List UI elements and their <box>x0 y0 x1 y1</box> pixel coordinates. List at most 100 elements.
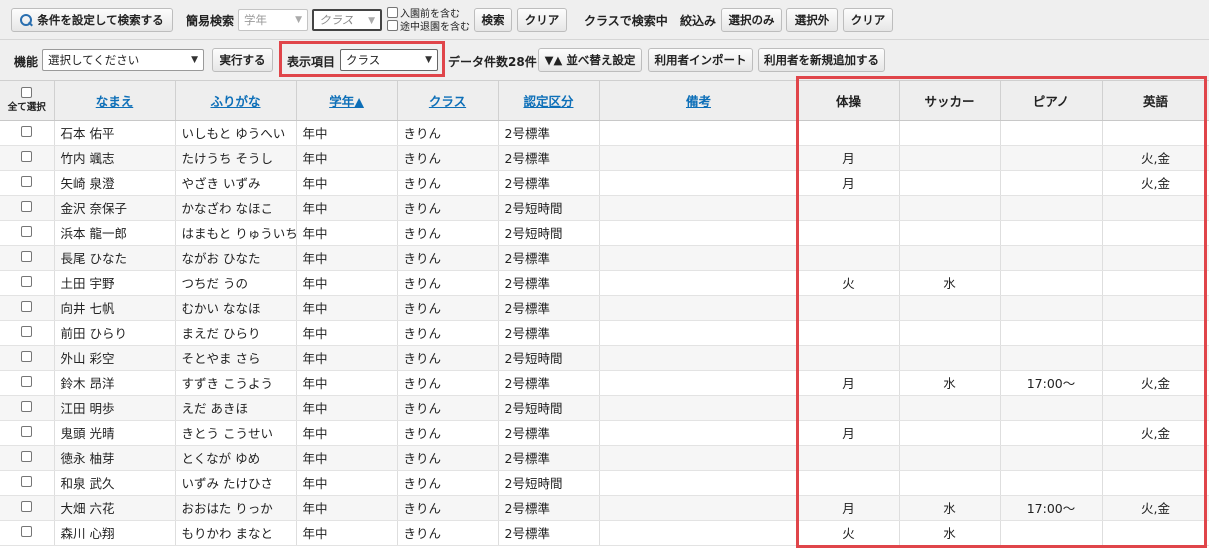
column-header-class: クラス <box>397 81 499 121</box>
table-row[interactable]: 矢崎 泉澄 やざき いずみ 年中 きりん 2号標準 月 火,金 <box>0 170 1209 196</box>
row-checkbox[interactable] <box>21 451 33 462</box>
cell-cert: 2号標準 <box>498 120 600 146</box>
sort-by-cert-link[interactable]: 認定区分 <box>523 94 573 109</box>
row-checkbox[interactable] <box>21 151 33 162</box>
cell-note <box>599 170 799 196</box>
cell-note <box>599 395 799 421</box>
display-items-select[interactable]: クラス ▼ <box>340 49 438 71</box>
grade-select[interactable]: 学年 ▼ <box>238 9 308 31</box>
row-checkbox[interactable] <box>21 201 33 212</box>
chevron-down-icon: ▼ <box>295 15 302 25</box>
cell-soccer <box>899 445 1001 471</box>
cell-kana: そとやま さら <box>175 345 297 371</box>
row-checkbox[interactable] <box>21 126 33 137</box>
table-row[interactable]: 長尾 ひなた ながお ひなた 年中 きりん 2号標準 <box>0 245 1209 271</box>
row-checkbox[interactable] <box>21 326 33 337</box>
sort-by-name-link[interactable]: なまえ <box>96 94 134 109</box>
clear-filter-button[interactable]: クリア <box>843 8 893 32</box>
execute-button[interactable]: 実行する <box>212 48 273 72</box>
condition-search-button[interactable]: 条件を設定して検索する <box>11 8 173 32</box>
table-row[interactable]: 前田 ひらり まえだ ひらり 年中 きりん 2号標準 <box>0 320 1209 346</box>
include-pre-entry-checkbox[interactable] <box>387 7 398 18</box>
table-row[interactable]: 江田 明歩 えだ あきほ 年中 きりん 2号短時間 <box>0 395 1209 421</box>
sort-settings-button[interactable]: ▼▲ 並べ替え設定 <box>538 48 642 72</box>
table-row[interactable]: 大畑 六花 おおはた りっか 年中 きりん 2号標準 月水 17:00～ 火,金 <box>0 495 1209 521</box>
cell-english: 火,金 <box>1102 170 1209 196</box>
cell-kana: はまもと りゅういちろう <box>175 220 297 246</box>
cell-gym <box>798 195 900 221</box>
cell-note <box>599 420 799 446</box>
function-select[interactable]: 選択してください ▼ <box>42 49 204 71</box>
row-checkbox[interactable] <box>21 526 33 537</box>
row-checkbox[interactable] <box>21 426 33 437</box>
cell-cert: 2号標準 <box>498 295 600 321</box>
select-all-checkbox[interactable] <box>21 87 33 99</box>
cell-grade: 年中 <box>296 295 398 321</box>
row-checkbox[interactable] <box>21 501 33 512</box>
sort-by-note-link[interactable]: 備考 <box>686 94 711 109</box>
sort-by-class-link[interactable]: クラス <box>429 94 466 109</box>
table-row[interactable]: 鈴木 昂洋 すずき こうよう 年中 きりん 2号標準 月水 17:00～ 火,金 <box>0 370 1209 396</box>
cell-kana: むかい ななほ <box>175 295 297 321</box>
cell-note <box>599 470 799 496</box>
cell-cert: 2号短時間 <box>498 195 600 221</box>
cell-class: きりん <box>397 395 499 421</box>
row-checkbox[interactable] <box>21 476 33 487</box>
cell-gym <box>798 295 900 321</box>
cell-grade: 年中 <box>296 445 398 471</box>
cell-soccer <box>899 420 1001 446</box>
table-row[interactable]: 和泉 武久 いずみ たけひさ 年中 きりん 2号短時間 <box>0 470 1209 496</box>
table-row[interactable]: 鬼頭 光晴 きとう こうせい 年中 きりん 2号標準 月 火,金 <box>0 420 1209 446</box>
simple-search-label: 簡易検索 <box>186 14 235 28</box>
cell-soccer <box>899 345 1001 371</box>
excluded-button[interactable]: 選択外 <box>786 8 838 32</box>
search-button[interactable]: 検索 <box>474 8 512 32</box>
row-checkbox[interactable] <box>21 351 33 362</box>
cell-gym <box>798 445 900 471</box>
selected-only-button[interactable]: 選択のみ <box>721 8 782 32</box>
add-user-button[interactable]: 利用者を新規追加する <box>758 48 885 72</box>
user-import-button[interactable]: 利用者インポート <box>648 48 753 72</box>
class-select[interactable]: クラス ▼ <box>312 9 382 31</box>
cell-note <box>599 195 799 221</box>
row-checkbox[interactable] <box>21 376 33 387</box>
cell-english <box>1102 345 1209 371</box>
row-checkbox[interactable] <box>21 301 33 312</box>
row-checkbox[interactable] <box>21 276 33 287</box>
row-select-cell <box>0 420 55 446</box>
row-checkbox[interactable] <box>21 401 33 412</box>
cell-piano <box>1000 420 1103 446</box>
cell-piano <box>1000 220 1103 246</box>
table-row[interactable]: 土田 宇野 つちだ うの 年中 きりん 2号標準 火水 <box>0 270 1209 296</box>
cell-soccer: 水 <box>899 270 1001 296</box>
cell-gym <box>798 320 900 346</box>
row-checkbox[interactable] <box>21 226 33 237</box>
cell-gym <box>798 470 900 496</box>
row-checkbox[interactable] <box>21 176 33 187</box>
include-withdrawn-checkbox[interactable] <box>387 20 398 31</box>
sort-by-kana-link[interactable]: ふりがな <box>210 94 260 109</box>
table-row[interactable]: 石本 佑平 いしもと ゆうへい 年中 きりん 2号標準 <box>0 120 1209 146</box>
table-row[interactable]: 竹内 颯志 たけうち そうし 年中 きりん 2号標準 月 火,金 <box>0 145 1209 171</box>
select-all-header: 全て選択 <box>0 81 55 121</box>
function-toolbar: 機能 選択してください ▼ 実行する 表示項目 クラス ▼ データ件数28件 ▼▲ … <box>0 40 1209 81</box>
cell-name: 石本 佑平 <box>54 120 176 146</box>
cell-soccer <box>899 120 1001 146</box>
sort-by-grade-link[interactable]: 学年▲ <box>329 94 364 109</box>
table-row[interactable]: 金沢 奈保子 かなざわ なほこ 年中 きりん 2号短時間 <box>0 195 1209 221</box>
row-select-cell <box>0 470 55 496</box>
table-row[interactable]: 徳永 柚芽 とくなが ゆめ 年中 きりん 2号標準 <box>0 445 1209 471</box>
table-row[interactable]: 外山 彩空 そとやま さら 年中 きりん 2号短時間 <box>0 345 1209 371</box>
row-checkbox[interactable] <box>21 251 33 262</box>
cell-cert: 2号標準 <box>498 145 600 171</box>
clear-search-button[interactable]: クリア <box>517 8 567 32</box>
cell-note <box>599 245 799 271</box>
table-row[interactable]: 浜本 龍一郎はまもと りゅういちろう年中きりん2号短時間 <box>0 220 1209 246</box>
table-row[interactable]: 向井 七帆 むかい ななほ 年中 きりん 2号標準 <box>0 295 1209 321</box>
include-withdrawn-option[interactable]: 途中退園を含む <box>387 18 470 33</box>
cell-class: きりん <box>397 420 499 446</box>
row-select-cell <box>0 245 55 271</box>
cell-cert: 2号標準 <box>498 445 600 471</box>
table-row[interactable]: 森川 心翔 もりかわ まなと 年中 きりん 2号標準 火水 <box>0 520 1209 546</box>
cell-cert: 2号短時間 <box>498 470 600 496</box>
